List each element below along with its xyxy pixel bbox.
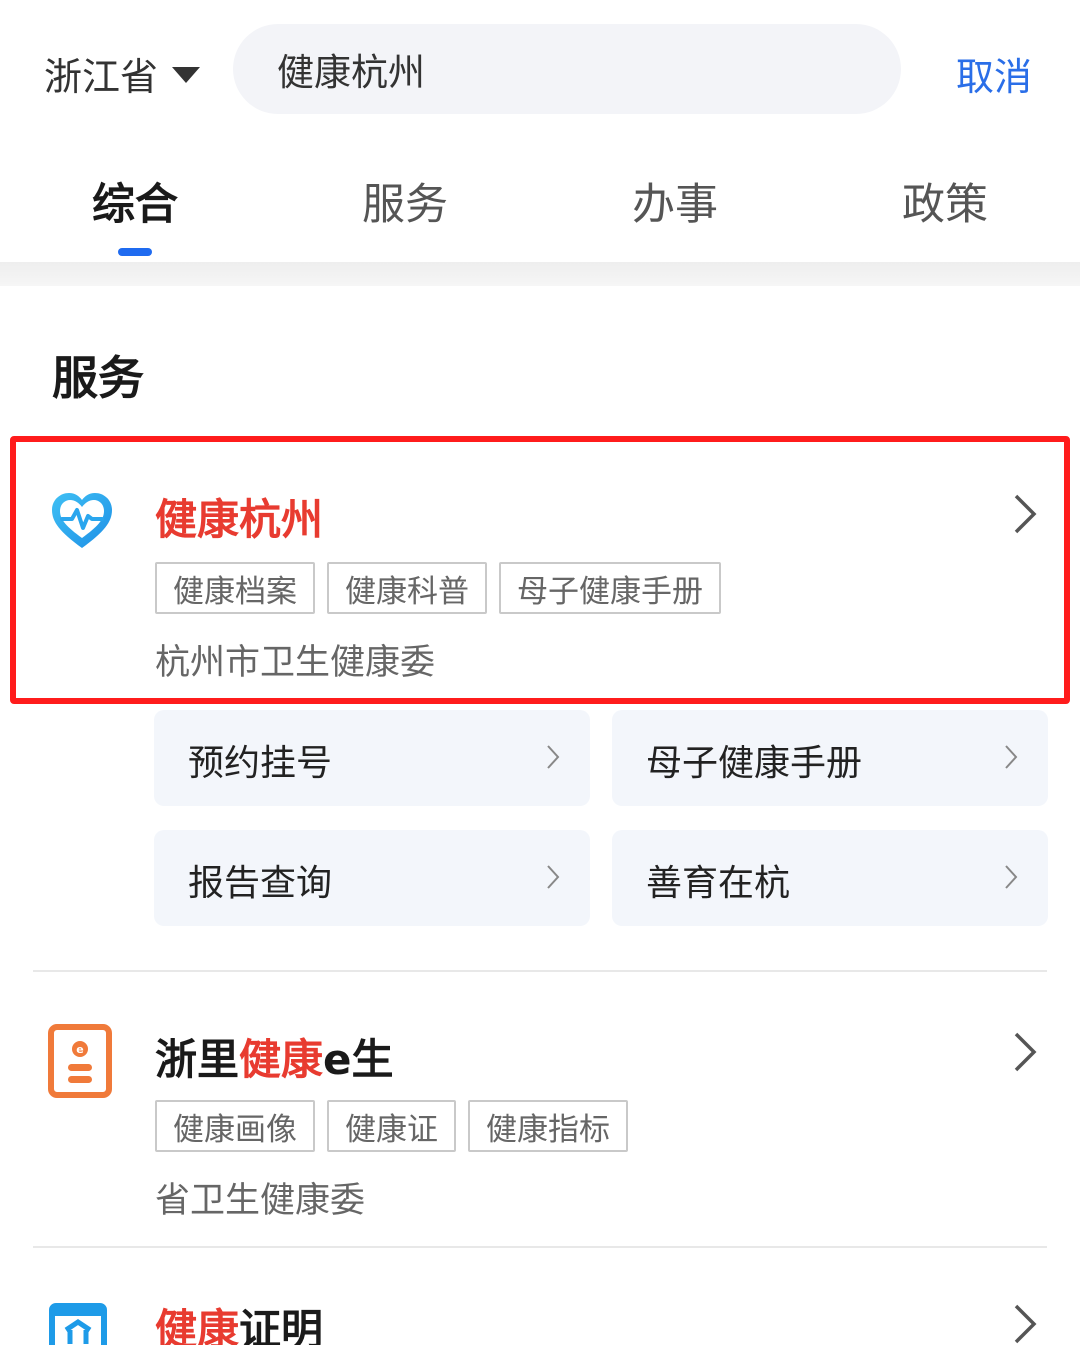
- annotation-box: [10, 436, 1070, 704]
- certificate-icon: [49, 1303, 107, 1345]
- caret-down-icon: [172, 67, 201, 83]
- chevron-right-icon: [1014, 1304, 1037, 1344]
- tab-comprehensive[interactable]: 综合: [92, 170, 178, 232]
- cancel-button[interactable]: 取消: [956, 46, 1032, 101]
- service-button[interactable]: 报告查询: [154, 830, 590, 926]
- tab-affairs[interactable]: 办事: [632, 170, 718, 232]
- province-selector[interactable]: 浙江省: [44, 48, 201, 99]
- tab-services[interactable]: 服务: [362, 170, 448, 232]
- search-header: 浙江省 取消: [0, 0, 1080, 140]
- service-button[interactable]: 善育在杭: [612, 830, 1048, 926]
- chevron-right-icon: [1005, 865, 1018, 889]
- chevron-right-icon: [1005, 745, 1018, 769]
- svg-text:e: e: [76, 1043, 83, 1056]
- title-highlight: 健康: [155, 1305, 240, 1345]
- result-provider: 省卫生健康委: [155, 1181, 366, 1221]
- service-label: 母子健康手册: [646, 743, 863, 784]
- title-rest: e生: [323, 1035, 394, 1084]
- tag[interactable]: 健康画像: [155, 1100, 315, 1152]
- active-tab-indicator: [118, 248, 152, 256]
- tag[interactable]: 健康指标: [468, 1100, 628, 1152]
- tag[interactable]: 健康证: [327, 1100, 456, 1152]
- title-prefix: 浙里: [155, 1035, 240, 1084]
- province-label: 浙江省: [44, 54, 159, 99]
- health-card-icon: e: [48, 1024, 112, 1098]
- service-label: 报告查询: [188, 863, 333, 904]
- divider: [33, 970, 1047, 972]
- divider: [33, 1246, 1047, 1248]
- chevron-right-icon: [547, 745, 560, 769]
- tab-policy[interactable]: 政策: [902, 170, 988, 232]
- service-button[interactable]: 预约挂号: [154, 710, 590, 806]
- title-highlight: 健康: [239, 1035, 324, 1084]
- search-box[interactable]: [233, 24, 901, 114]
- result-title: 健康证明: [155, 1296, 323, 1345]
- chevron-right-icon: [1014, 1032, 1037, 1072]
- service-label: 善育在杭: [646, 863, 791, 904]
- service-label: 预约挂号: [188, 743, 333, 784]
- chevron-right-icon: [547, 865, 560, 889]
- section-title: 服务: [52, 351, 144, 405]
- tab-bar: 综合 服务 办事 政策: [0, 160, 1080, 260]
- service-button[interactable]: 母子健康手册: [612, 710, 1048, 806]
- tab-divider: [0, 262, 1080, 286]
- tag-list: 健康画像 健康证 健康指标: [155, 1100, 640, 1152]
- result-title: 浙里健康e生: [155, 1026, 394, 1087]
- search-input[interactable]: [277, 47, 857, 91]
- title-rest: 证明: [239, 1305, 324, 1345]
